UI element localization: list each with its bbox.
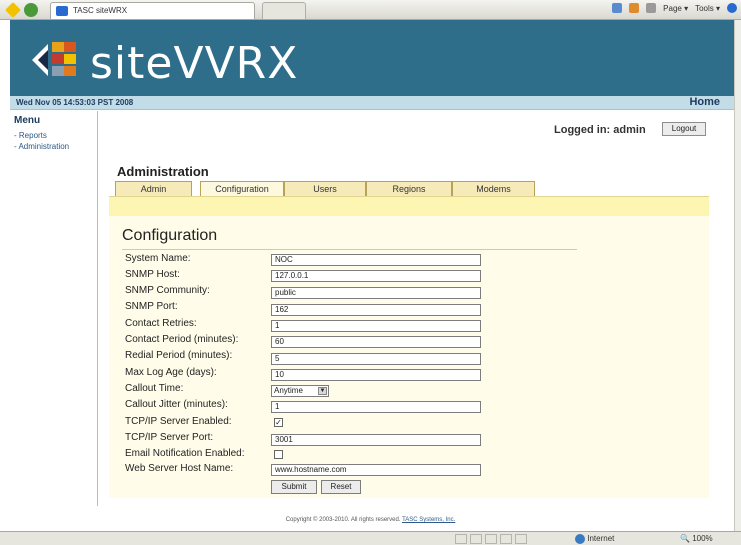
- submit-button[interactable]: Submit: [271, 480, 317, 494]
- security-zone-label: Internet: [587, 534, 615, 544]
- date-bar: Wed Nov 05 14:53:03 PST 2008 Home: [10, 96, 734, 110]
- snmp-community-label: SNMP Community:: [125, 285, 210, 296]
- tcpip-port-label: TCP/IP Server Port:: [125, 432, 214, 443]
- web-host-label: Web Server Host Name:: [125, 463, 234, 474]
- configuration-panel: Configuration System Name: NOC SNMP Host…: [109, 216, 709, 498]
- menu-title: Menu: [14, 115, 41, 126]
- print-icon[interactable]: [646, 3, 657, 13]
- site-favicon-icon: [56, 6, 68, 16]
- tab-modems[interactable]: Modems: [452, 181, 535, 196]
- snmp-community-input[interactable]: public: [271, 287, 481, 299]
- status-segment: [500, 534, 512, 544]
- contact-period-label: Contact Period (minutes):: [125, 334, 239, 345]
- page-footer: Copyright © 2003-2010. All rights reserv…: [0, 517, 741, 523]
- zoom-level[interactable]: 🔍 100%: [680, 534, 713, 543]
- tab-admin[interactable]: Admin: [115, 181, 192, 196]
- callout-time-value: Anytime: [274, 386, 303, 395]
- zoom-label: 100%: [692, 534, 713, 543]
- snmp-host-label: SNMP Host:: [125, 269, 180, 280]
- help-icon[interactable]: [727, 3, 737, 13]
- browser-status-bar: Internet 🔍 100%: [0, 531, 741, 545]
- add-favorites-icon[interactable]: [24, 3, 38, 17]
- contact-period-input[interactable]: 60: [271, 336, 481, 348]
- tcpip-enabled-checkbox[interactable]: ✓: [274, 418, 283, 427]
- reset-button[interactable]: Reset: [321, 480, 361, 494]
- title-divider: [122, 249, 577, 250]
- browser-tab[interactable]: TASC siteWRX: [50, 2, 255, 19]
- company-link[interactable]: TASC Systems, Inc.: [402, 517, 455, 523]
- tcpip-enabled-label: TCP/IP Server Enabled:: [125, 416, 232, 427]
- home-icon[interactable]: [612, 3, 623, 13]
- tab-configuration[interactable]: Configuration: [200, 181, 284, 196]
- copyright-text: Copyright © 2003-2010. All rights reserv…: [285, 517, 401, 523]
- status-segment: [470, 534, 482, 544]
- logout-button[interactable]: Logout: [662, 122, 706, 136]
- snmp-port-label: SNMP Port:: [125, 301, 178, 312]
- menu-item-administration[interactable]: - Administration: [14, 142, 69, 151]
- status-segment: [485, 534, 497, 544]
- callout-jitter-input[interactable]: 1: [271, 401, 481, 413]
- page-title: Administration: [117, 164, 209, 179]
- chevron-down-icon[interactable]: ▼: [318, 387, 327, 395]
- page-menu[interactable]: Page ▾: [663, 4, 688, 13]
- callout-time-select[interactable]: Anytime ▼: [271, 385, 329, 397]
- vertical-scrollbar[interactable]: [734, 20, 741, 531]
- browser-toolbar: Page ▾ Tools ▾: [612, 3, 737, 13]
- redial-period-label: Redial Period (minutes):: [125, 350, 233, 361]
- tab-users[interactable]: Users: [284, 181, 366, 196]
- current-datetime: Wed Nov 05 14:53:03 PST 2008: [16, 98, 134, 107]
- checkmark-icon: ✓: [275, 418, 282, 427]
- sitewrx-logo-icon: [32, 42, 76, 76]
- snmp-host-input[interactable]: 127.0.0.1: [271, 270, 481, 282]
- email-enabled-label: Email Notification Enabled:: [125, 448, 245, 459]
- browser-tab-title: TASC siteWRX: [73, 6, 128, 15]
- contact-retries-input[interactable]: 1: [271, 320, 481, 332]
- max-log-age-input[interactable]: 10: [271, 369, 481, 381]
- snmp-port-input[interactable]: 162: [271, 304, 481, 316]
- tab-header-strip: [109, 196, 709, 216]
- globe-icon: [575, 534, 585, 544]
- system-name-input[interactable]: NOC: [271, 254, 481, 266]
- contact-retries-label: Contact Retries:: [125, 318, 197, 329]
- new-tab-button[interactable]: [262, 2, 306, 19]
- callout-jitter-label: Callout Jitter (minutes):: [125, 399, 228, 410]
- logged-in-status: Logged in: admin: [554, 124, 646, 136]
- side-menu: Menu - Reports - Administration: [10, 111, 98, 506]
- tcpip-port-input[interactable]: 3001: [271, 434, 481, 446]
- tools-menu[interactable]: Tools ▾: [695, 4, 720, 13]
- main-content: Logged in: admin Logout Administration A…: [99, 111, 734, 506]
- callout-time-label: Callout Time:: [125, 383, 184, 394]
- max-log-age-label: Max Log Age (days):: [125, 367, 217, 378]
- site-banner: siteVVRX: [10, 20, 734, 96]
- status-segment: [455, 534, 467, 544]
- favorites-star-icon[interactable]: [5, 2, 21, 18]
- system-name-label: System Name:: [125, 253, 191, 264]
- tab-regions[interactable]: Regions: [366, 181, 452, 196]
- feeds-icon[interactable]: [629, 3, 640, 13]
- configuration-title: Configuration: [122, 227, 218, 244]
- email-enabled-checkbox[interactable]: [274, 450, 283, 459]
- magnifier-icon: 🔍: [680, 534, 690, 543]
- browser-tab-bar: TASC siteWRX Page ▾ Tools ▾: [0, 0, 741, 20]
- status-segment: [515, 534, 527, 544]
- home-link[interactable]: Home: [689, 96, 720, 108]
- web-host-input[interactable]: www.hostname.com: [271, 464, 481, 476]
- menu-item-reports[interactable]: - Reports: [14, 131, 47, 140]
- site-logo-text: siteVVRX: [90, 38, 299, 89]
- security-zone: Internet: [575, 534, 614, 544]
- redial-period-input[interactable]: 5: [271, 353, 481, 365]
